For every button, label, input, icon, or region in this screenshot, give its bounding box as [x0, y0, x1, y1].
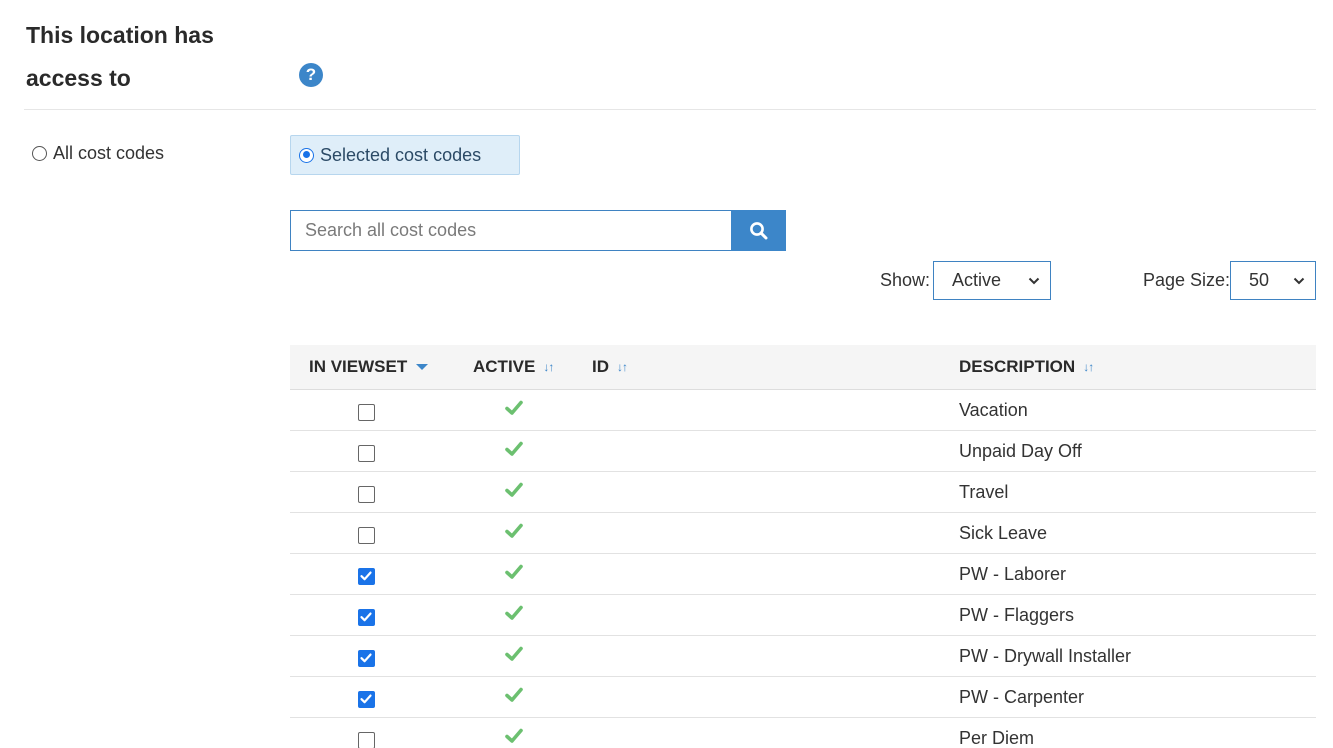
in-viewset-checkbox[interactable] — [358, 732, 375, 748]
chevron-down-icon — [1293, 277, 1305, 284]
radio-selected-cost-codes[interactable]: Selected cost codes — [290, 135, 520, 175]
cost-code-description: Per Diem — [959, 728, 1035, 748]
table-row: Vacation — [290, 390, 1316, 431]
radio-selected-label: Selected cost codes — [320, 144, 482, 165]
search-icon — [749, 221, 767, 239]
column-header-in-viewset[interactable]: IN VIEWSET — [309, 345, 429, 389]
in-viewset-checkbox[interactable] — [358, 650, 375, 667]
column-header-description-label: DESCRIPTION — [959, 357, 1076, 376]
active-check-icon — [505, 728, 523, 743]
table-row: Unpaid Day Off — [290, 431, 1316, 472]
table-row: PW - Drywall Installer — [290, 636, 1316, 677]
search-bar — [290, 210, 786, 251]
section-title-line2: access to — [26, 65, 131, 91]
in-viewset-checkbox[interactable] — [358, 445, 375, 462]
column-header-id-label: ID — [592, 357, 609, 376]
column-header-in-viewset-label: IN VIEWSET — [309, 357, 408, 376]
in-viewset-checkbox[interactable] — [358, 609, 375, 626]
checkmark-icon — [360, 612, 372, 622]
cost-code-description: Unpaid Day Off — [959, 441, 1082, 461]
active-check-icon — [505, 687, 523, 702]
in-viewset-checkbox[interactable] — [358, 568, 375, 585]
column-header-active-label: ACTIVE — [473, 357, 536, 376]
column-header-description[interactable]: DESCRIPTION ↓↑ — [959, 345, 1094, 389]
chevron-down-icon — [1028, 277, 1040, 284]
show-filter-label: Show: — [880, 270, 931, 290]
active-check-icon — [505, 441, 523, 456]
page-size-label: Page Size: — [1143, 270, 1231, 290]
cost-code-description: Sick Leave — [959, 523, 1048, 543]
cost-codes-table: IN VIEWSET ACTIVE ↓↑ ID ↓↑ DESCRIPTION ↓… — [290, 345, 1316, 748]
table-row: PW - Carpenter — [290, 677, 1316, 718]
table-row: PW - Laborer — [290, 554, 1316, 595]
checkmark-icon — [360, 694, 372, 704]
table-body: Vacation Unpaid Day Off Travel Sick Leave PW… — [290, 390, 1316, 748]
cost-code-description: Vacation — [959, 400, 1028, 420]
column-header-active[interactable]: ACTIVE ↓↑ — [473, 345, 554, 389]
table-header: IN VIEWSET ACTIVE ↓↑ ID ↓↑ DESCRIPTION ↓… — [290, 345, 1316, 390]
in-viewset-checkbox[interactable] — [358, 691, 375, 708]
help-icon[interactable]: ? — [299, 63, 323, 87]
cost-code-description: Travel — [959, 482, 1009, 502]
divider — [24, 109, 1316, 110]
table-row: Travel — [290, 472, 1316, 513]
cost-code-description: PW - Laborer — [959, 564, 1067, 584]
sort-icon: ↓↑ — [1083, 360, 1094, 374]
cost-code-description: PW - Flaggers — [959, 605, 1075, 625]
checkmark-icon — [360, 653, 372, 663]
search-button[interactable] — [731, 210, 786, 251]
in-viewset-checkbox[interactable] — [358, 527, 375, 544]
cost-code-description: PW - Carpenter — [959, 687, 1085, 707]
active-check-icon — [505, 646, 523, 661]
radio-all-circle[interactable] — [32, 146, 47, 161]
search-input[interactable] — [290, 210, 731, 251]
sort-icon: ↓↑ — [617, 360, 628, 374]
show-filter-value: Active — [952, 270, 1002, 290]
active-check-icon — [505, 482, 523, 497]
in-viewset-checkbox[interactable] — [358, 486, 375, 503]
cost-code-access-panel: This location has access to ? All cost c… — [0, 0, 1333, 748]
section-title: This location has access to — [26, 14, 256, 100]
section-title-line1: This location has — [26, 22, 214, 48]
table-row: Per Diem — [290, 718, 1316, 748]
in-viewset-checkbox[interactable] — [358, 404, 375, 421]
active-check-icon — [505, 523, 523, 538]
table-row: PW - Flaggers — [290, 595, 1316, 636]
active-check-icon — [505, 605, 523, 620]
sort-desc-icon — [416, 364, 429, 370]
sort-icon: ↓↑ — [543, 360, 554, 374]
active-check-icon — [505, 400, 523, 415]
page-size-value: 50 — [1249, 270, 1270, 290]
cost-code-description: PW - Drywall Installer — [959, 646, 1132, 666]
active-check-icon — [505, 564, 523, 579]
radio-selected-circle[interactable] — [299, 147, 314, 163]
column-header-id[interactable]: ID ↓↑ — [592, 345, 628, 389]
page-size-select[interactable]: 50 — [1230, 261, 1316, 300]
checkmark-icon — [360, 571, 372, 581]
table-row: Sick Leave — [290, 513, 1316, 554]
radio-all-cost-codes[interactable]: All cost codes — [32, 143, 164, 164]
show-filter-select[interactable]: Active — [933, 261, 1051, 300]
radio-all-label: All cost codes — [53, 143, 165, 163]
